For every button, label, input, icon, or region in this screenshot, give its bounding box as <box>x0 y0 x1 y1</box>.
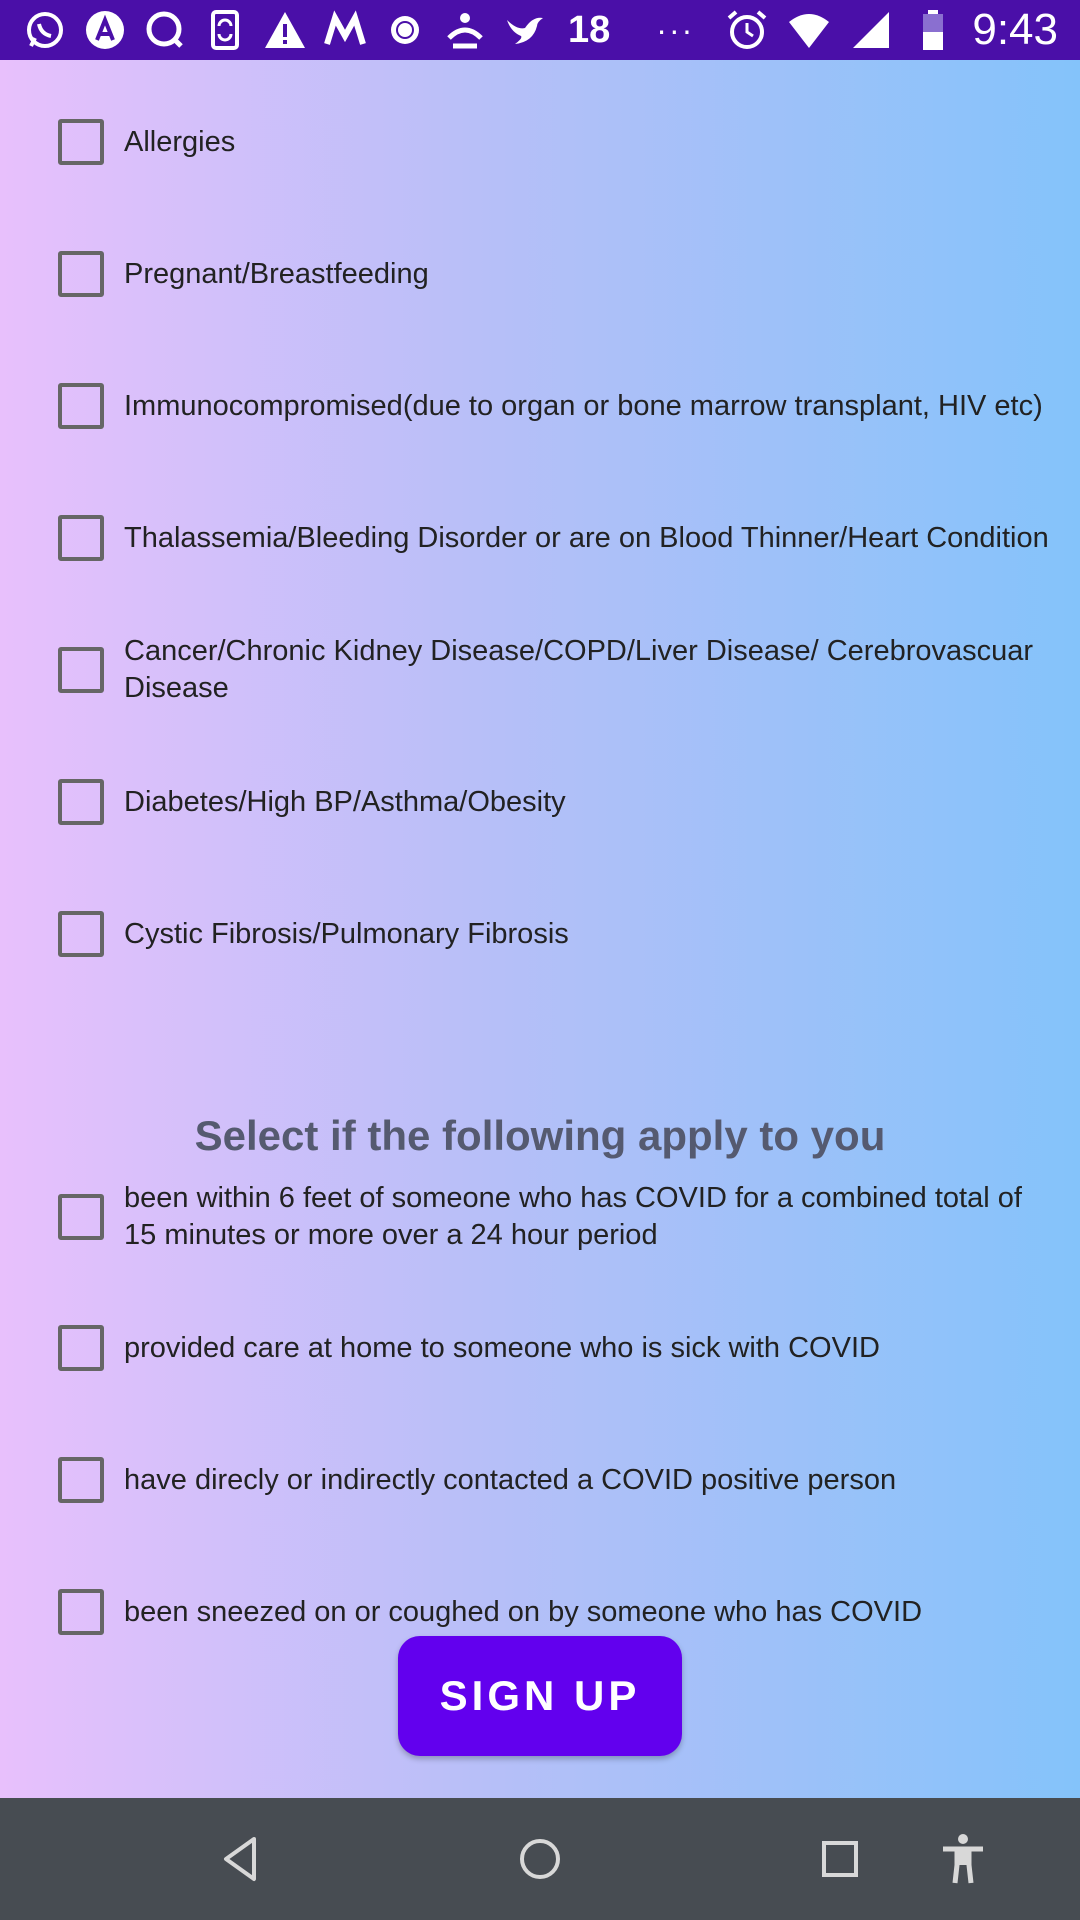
checkbox-cancer[interactable] <box>58 647 104 693</box>
chat-icon <box>142 7 188 53</box>
checkbox-within-6-feet[interactable] <box>58 1194 104 1240</box>
condition-label: Allergies <box>124 125 236 158</box>
exposure-label: have direcly or indirectly contacted a C… <box>124 1463 897 1496</box>
checkbox-provided-care[interactable] <box>58 1325 104 1371</box>
person-transfer-icon <box>442 7 488 53</box>
condition-label: Cancer/Chronic Kidney Disease/COPD/Liver… <box>124 635 1034 704</box>
condition-label: Diabetes/High BP/Asthma/Obesity <box>124 785 566 818</box>
status-bar: 18 ··· 9:43 <box>0 0 1080 60</box>
whatsapp-icon <box>22 7 68 53</box>
condition-row-thalassemia[interactable]: Thalassemia/Bleeding Disorder or are on … <box>58 502 1050 574</box>
condition-row-fibrosis[interactable]: Cystic Fibrosis/Pulmonary Fibrosis <box>58 898 1050 970</box>
wifi-icon <box>786 7 832 53</box>
phone-sync-icon <box>202 7 248 53</box>
condition-row-cancer[interactable]: Cancer/Chronic Kidney Disease/COPD/Liver… <box>58 634 1050 706</box>
condition-label: Pregnant/Breastfeeding <box>124 257 429 290</box>
navigation-bar <box>0 1798 1080 1920</box>
checkbox-allergies[interactable] <box>58 119 104 165</box>
exposure-row-within-6-feet[interactable]: been within 6 feet of someone who has CO… <box>58 1180 1050 1254</box>
checkbox-pregnant[interactable] <box>58 251 104 297</box>
clock: 9:43 <box>972 5 1058 54</box>
home-icon[interactable] <box>505 1824 575 1894</box>
battery-icon <box>910 7 956 53</box>
alert-icon <box>262 7 308 53</box>
checkbox-diabetes[interactable] <box>58 779 104 825</box>
m-app-icon <box>322 7 368 53</box>
bird-icon <box>502 7 548 53</box>
checkbox-immunocompromised[interactable] <box>58 383 104 429</box>
alarm-icon <box>724 7 770 53</box>
app-a-icon <box>82 7 128 53</box>
accessibility-icon[interactable] <box>928 1824 998 1894</box>
brightness-icon <box>382 7 428 53</box>
signup-button[interactable]: SIGN UP <box>398 1636 682 1756</box>
exposure-row-provided-care[interactable]: provided care at home to someone who is … <box>58 1312 1050 1384</box>
notification-count: 18 <box>568 8 611 51</box>
checkbox-fibrosis[interactable] <box>58 911 104 957</box>
recents-icon[interactable] <box>805 1824 875 1894</box>
exposure-label: provided care at home to someone who is … <box>124 1331 880 1364</box>
condition-row-diabetes[interactable]: Diabetes/High BP/Asthma/Obesity <box>58 766 1050 838</box>
condition-row-immunocompromised[interactable]: Immunocompromised(due to organ or bone m… <box>58 370 1050 442</box>
condition-label: Thalassemia/Bleeding Disorder or are on … <box>124 521 1049 554</box>
condition-label: Cystic Fibrosis/Pulmonary Fibrosis <box>124 917 569 950</box>
more-notifications-indicator: ··· <box>656 11 695 48</box>
checkbox-thalassemia[interactable] <box>58 515 104 561</box>
exposure-row-contacted-positive[interactable]: have direcly or indirectly contacted a C… <box>58 1444 1050 1516</box>
checkbox-contacted-positive[interactable] <box>58 1457 104 1503</box>
back-icon[interactable] <box>205 1824 275 1894</box>
condition-row-allergies[interactable]: Allergies <box>58 106 1050 178</box>
exposure-label: been within 6 feet of someone who has CO… <box>124 1182 1022 1251</box>
checkbox-sneezed-on[interactable] <box>58 1589 104 1635</box>
condition-label: Immunocompromised(due to organ or bone m… <box>124 389 1043 422</box>
signup-form: Allergies Pregnant/Breastfeeding Immunoc… <box>0 60 1080 1798</box>
signal-icon <box>848 7 894 53</box>
condition-row-pregnant[interactable]: Pregnant/Breastfeeding <box>58 238 1050 310</box>
exposure-label: been sneezed on or coughed on by someone… <box>124 1595 923 1628</box>
exposure-section-title: Select if the following apply to you <box>194 1112 886 1159</box>
